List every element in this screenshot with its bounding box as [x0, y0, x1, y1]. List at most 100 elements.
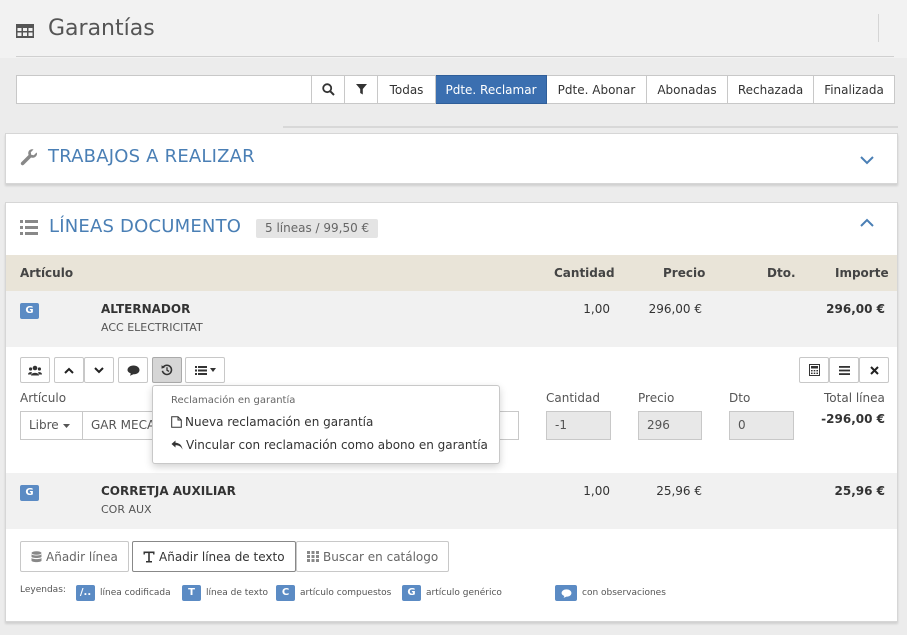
row-name: CORRETJA AUXILIAR [101, 484, 236, 498]
close-icon [869, 365, 879, 375]
cantidad-input[interactable]: -1 [546, 411, 611, 440]
tab-finalizada[interactable]: Finalizada [814, 75, 895, 104]
trabajos-title: TRABAJOS A REALIZAR [48, 146, 255, 167]
filter-icon [355, 84, 367, 95]
warranty-dropdown: Reclamación en garantía Nueva reclamació… [152, 385, 500, 464]
articulo-value: GAR MECA [91, 418, 156, 432]
legend-text: con observaciones [582, 588, 666, 598]
legend-item: con observaciones [555, 585, 666, 601]
chevron-up-icon [64, 367, 74, 374]
move-down-button[interactable] [84, 357, 114, 383]
separator [283, 126, 898, 128]
chevron-down-icon[interactable] [859, 155, 875, 165]
menu-button[interactable] [829, 357, 859, 383]
col-dto: Dto. [767, 266, 796, 280]
tab-pdte-abonar[interactable]: Pdte. Abonar [547, 75, 647, 104]
caret-down-icon [62, 423, 70, 428]
users-icon [28, 365, 42, 375]
tipo-select[interactable]: Libre [20, 411, 83, 440]
search-catalog-button[interactable]: Buscar en catálogo [296, 541, 450, 572]
tab-rechazada[interactable]: Rechazada [728, 75, 814, 104]
filter-button[interactable] [345, 75, 378, 104]
filter-bar: Todas Pdte. Reclamar Pdte. Abonar Abonad… [16, 75, 895, 104]
comment-icon [127, 365, 139, 376]
table-row[interactable]: G ALTERNADOR ACC ELECTRICITAT 1,00 296,0… [6, 291, 897, 347]
legend-item: /.. línea codificada [76, 585, 171, 601]
move-up-button[interactable] [54, 357, 84, 383]
legend-text: artículo compuestos [300, 588, 392, 598]
menu-icon [838, 365, 850, 375]
legend-text: línea de texto [206, 588, 268, 598]
chevron-down-icon [94, 366, 104, 373]
observations-badge [555, 585, 577, 601]
search-input[interactable] [16, 75, 312, 104]
close-button[interactable] [859, 357, 889, 383]
text-icon [143, 551, 155, 562]
add-line-button[interactable]: Añadir línea [20, 541, 129, 572]
row-name: ALTERNADOR [101, 302, 191, 316]
search-catalog-label: Buscar en catálogo [323, 549, 439, 564]
link-warranty-claim-label: Vincular con reclamación como abono en g… [186, 438, 488, 452]
tab-todas[interactable]: Todas [378, 75, 436, 104]
new-warranty-claim-item[interactable]: Nueva reclamación en garantía [171, 415, 373, 429]
legend-item: T línea de texto [182, 585, 268, 601]
row-importe: 296,00 € [826, 302, 885, 316]
list-icon [20, 220, 38, 235]
col-importe: Importe [835, 266, 889, 280]
legend-text: artículo genérico [426, 588, 502, 598]
legend-item: G artículo genérico [402, 585, 502, 601]
tab-pdte-reclamar[interactable]: Pdte. Reclamar [436, 75, 547, 104]
tipo-value: Libre [29, 418, 59, 432]
calculator-icon [808, 364, 820, 376]
wrench-icon [20, 149, 38, 166]
legend-label: Leyendas: [20, 585, 66, 595]
list-menu-button[interactable] [185, 357, 225, 383]
tab-abonadas[interactable]: Abonadas [647, 75, 728, 104]
list-icon [194, 365, 207, 375]
warranty-history-button[interactable] [152, 357, 182, 383]
comment-button[interactable] [118, 357, 148, 383]
row-sub: COR AUX [101, 503, 152, 516]
new-warranty-claim-label: Nueva reclamación en garantía [185, 415, 374, 429]
header-vertical-divider [878, 14, 879, 42]
group-button[interactable] [20, 357, 50, 383]
dto-label: Dto [729, 391, 751, 405]
comment-icon [561, 588, 571, 598]
composite-article-badge: C [276, 585, 295, 601]
dropdown-header: Reclamación en garantía [171, 395, 296, 406]
generic-article-badge: G [402, 585, 421, 601]
total-value: -296,00 € [821, 412, 885, 426]
legend-item: C artículo compuestos [276, 585, 391, 601]
row-precio: 25,96 € [656, 484, 702, 498]
col-cantidad: Cantidad [554, 266, 615, 280]
table-row[interactable]: G CORRETJA AUXILIAR COR AUX 1,00 25,96 €… [6, 473, 897, 529]
add-text-line-button[interactable]: Añadir línea de texto [132, 541, 296, 572]
add-line-label: Añadir línea [46, 549, 118, 564]
trabajos-panel: TRABAJOS A REALIZAR [5, 133, 898, 184]
generic-badge: G [20, 303, 39, 319]
dto-input[interactable]: 0 [729, 411, 794, 440]
database-icon [31, 550, 42, 562]
calculator-button[interactable] [799, 357, 829, 383]
precio-input[interactable]: 296 [638, 411, 702, 440]
col-articulo: Artículo [20, 266, 74, 280]
total-label: Total línea [824, 391, 885, 405]
col-precio: Precio [663, 266, 706, 280]
lineas-count-badge: 5 líneas / 99,50 € [256, 219, 379, 238]
precio-label: Precio [638, 391, 675, 405]
history-icon [161, 364, 173, 376]
lineas-title: LÍNEAS DOCUMENTO [49, 216, 242, 237]
row-sub: ACC ELECTRICITAT [101, 321, 203, 334]
text-line-badge: T [182, 585, 201, 601]
chevron-up-icon[interactable] [859, 218, 875, 228]
page-title: Garantías [48, 16, 155, 41]
row-cantidad: 1,00 [583, 484, 610, 498]
file-icon [171, 416, 182, 428]
search-icon [321, 83, 335, 96]
page-header: Garantías [0, 0, 907, 58]
grid-icon [307, 551, 319, 562]
cantidad-label: Cantidad [546, 391, 600, 405]
row-precio: 296,00 € [648, 302, 702, 316]
link-warranty-claim-item[interactable]: Vincular con reclamación como abono en g… [171, 438, 488, 452]
search-button[interactable] [312, 75, 345, 104]
